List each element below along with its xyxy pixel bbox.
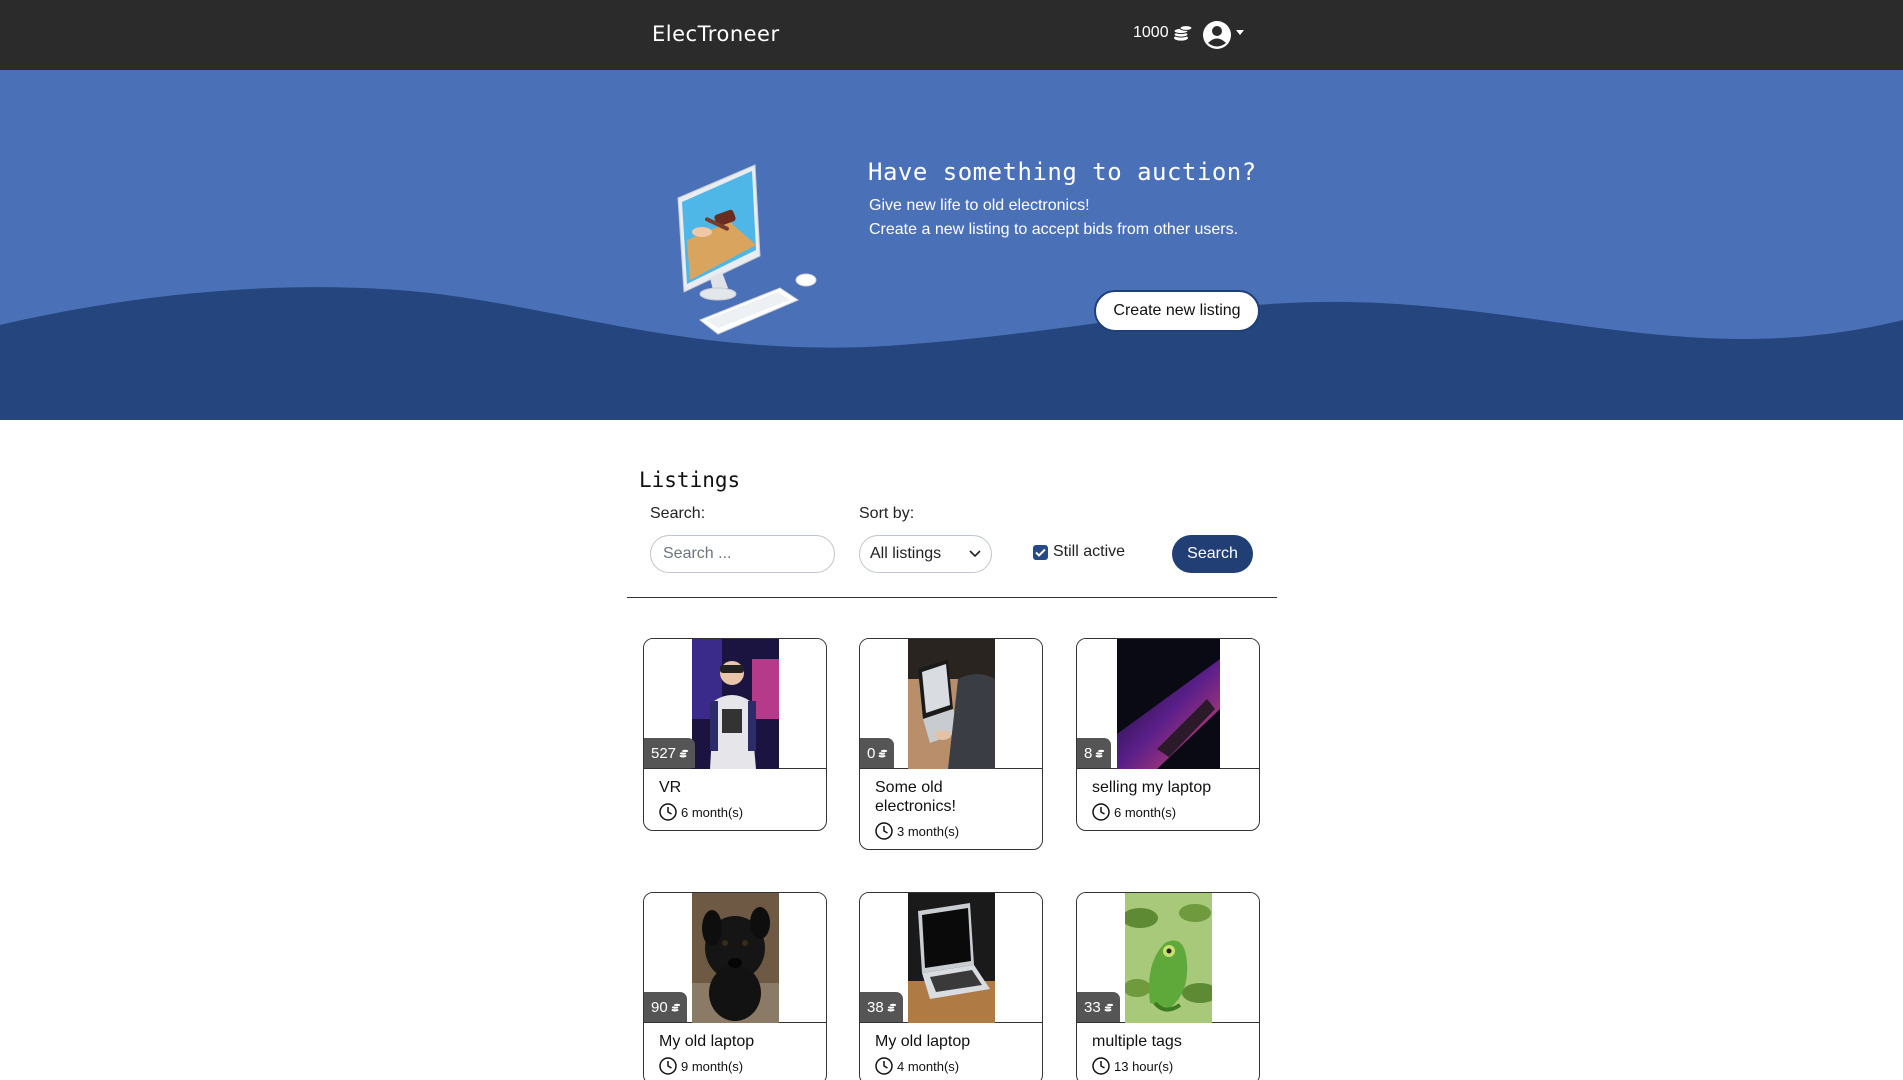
clock-icon [875,1057,893,1075]
listing-time-remaining: 6 month(s) [1077,797,1259,830]
brand-logo[interactable]: ElecTroneer [652,22,779,52]
listing-time: 13 hour(s) [1114,1058,1174,1074]
user-circle-icon [1203,21,1231,49]
coins-stack-icon [878,748,889,757]
listing-photo-chameleon [1125,893,1212,1023]
listing-photo-laptop [1117,639,1220,769]
coins-stack-icon [679,748,689,757]
listing-time-remaining: 9 month(s) [644,1051,826,1080]
listing-title: VR [659,779,682,796]
listing-image: 0 [860,639,1042,769]
create-listing-button[interactable]: Create new listing [1094,290,1260,332]
listing-title: multiple tags [1092,1033,1182,1050]
listing-title: Some old electronics! [875,779,956,815]
listing-title: My old laptop [875,1033,971,1050]
listing-card[interactable]: 38 My old laptop 4 month(s) [859,892,1043,1080]
bid-count: 38 [867,998,884,1016]
listing-photo-electronics [908,639,995,769]
listing-title: selling my laptop [1092,779,1212,796]
checkbox-checked-icon [1033,544,1048,560]
clock-icon [875,822,893,840]
listing-image: 33 [1077,893,1259,1023]
user-menu-toggle[interactable] [1202,20,1244,50]
sort-label: Sort by: [859,505,915,522]
bid-count-badge: 90 [644,992,687,1022]
listing-image: 527 [644,639,826,769]
navbar: ElecTroneer 1000 [0,0,1903,70]
bid-count-badge: 527 [644,738,696,768]
chevron-down-icon [969,550,981,558]
listing-card[interactable]: 33 multiple tags 13 hour(s) [1076,892,1260,1080]
listing-time-remaining: 13 hour(s) [1077,1051,1259,1080]
hero-title: Have something to auction? [868,158,1257,186]
bid-count: 527 [651,744,677,762]
search-button[interactable]: Search [1172,535,1253,573]
search-input[interactable] [650,535,835,573]
bid-count: 0 [867,744,876,762]
listing-photo-dog [692,893,779,1023]
listing-time: 6 month(s) [681,804,744,820]
hero-subtitle-line-2: Create a new listing to accept bids from… [869,221,1239,238]
listing-time: 4 month(s) [897,1058,960,1074]
coins-stack-icon [670,1002,681,1011]
listing-image: 38 [860,893,1042,1023]
clock-icon [659,1057,677,1075]
clock-icon [659,803,677,821]
coins-stack-icon [1173,25,1193,41]
bid-count: 33 [1084,998,1101,1016]
listing-time: 6 month(s) [1114,804,1177,820]
coin-balance-value: 1000 [1133,24,1169,41]
listing-photo-vr [692,639,779,769]
hero-banner: Have something to auction? Give new life… [0,70,1903,420]
coins-stack-icon [886,1002,897,1011]
bid-count: 90 [651,998,668,1016]
listing-time: 3 month(s) [897,823,960,839]
listing-title: My old laptop [659,1033,755,1050]
listing-image: 90 [644,893,826,1023]
coin-balance: 1000 [1133,24,1193,42]
clock-icon [1092,1057,1110,1075]
still-active-checkbox[interactable]: Still active [1033,543,1125,561]
bid-count-badge: 8 [1077,738,1112,768]
bid-count-badge: 33 [1077,992,1120,1022]
listing-time-remaining: 6 month(s) [644,797,826,830]
listing-time-remaining: 3 month(s) [860,816,1042,849]
listing-card[interactable]: 527 VR 6 month(s) [643,638,827,831]
listings-heading: Listings [639,468,741,492]
listing-image: 8 [1077,639,1259,769]
bid-count: 8 [1084,744,1093,762]
sort-select[interactable]: All listings [859,535,992,573]
sort-select-value: All listings [870,545,942,562]
listing-photo-laptop-desk [908,893,995,1023]
listing-card[interactable]: 90 My old laptop 9 month(s) [643,892,827,1080]
hero-subtitle-line-1: Give new life to old electronics! [869,197,1090,214]
listing-card[interactable]: 8 selling my laptop 6 month(s) [1076,638,1260,831]
listing-time-remaining: 4 month(s) [860,1051,1042,1080]
hero-wave-background [0,287,1903,420]
listing-time: 9 month(s) [681,1058,744,1074]
still-active-label: Still active [1053,543,1126,560]
listing-card[interactable]: 0 Some old electronics! 3 month(s) [859,638,1043,850]
brand-name: ElecTroneer [652,22,780,46]
bid-count-badge: 0 [860,738,895,768]
chevron-down-icon [1236,29,1244,35]
computer-auction-illustration [677,164,817,335]
coins-stack-icon [1095,748,1106,757]
filters-divider [627,597,1277,598]
coins-stack-icon [1103,1002,1114,1011]
clock-icon [1092,803,1110,821]
search-label: Search: [650,505,706,522]
bid-count-badge: 38 [860,992,903,1022]
